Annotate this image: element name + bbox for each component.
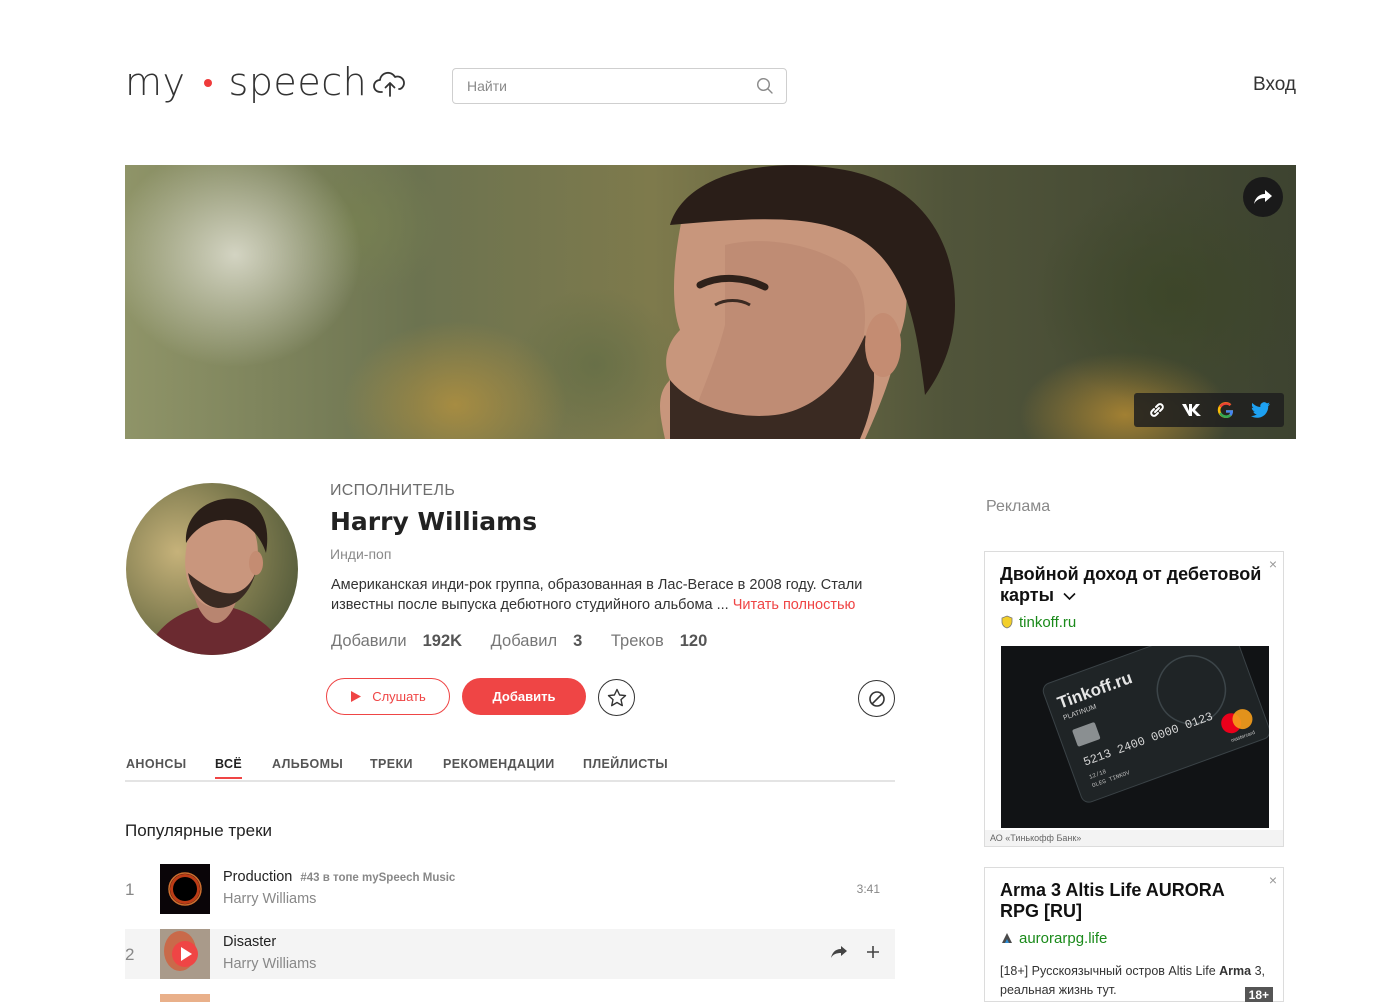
- ad-label: Реклама: [986, 498, 1051, 515]
- copy-link-icon[interactable]: [1145, 398, 1169, 422]
- track-row[interactable]: 2 Disaster Harry Williams: [125, 929, 895, 979]
- add-label: Добавить: [492, 689, 556, 704]
- close-icon[interactable]: ×: [1269, 556, 1277, 572]
- artist-stats: Добавили 192K Добавил 3 Треков 120: [331, 632, 731, 651]
- ad-title[interactable]: Двойной доход от дебетовой карты: [1000, 564, 1265, 606]
- play-icon: [351, 691, 362, 702]
- share-arrow-icon: [1254, 190, 1272, 204]
- listen-button[interactable]: Слушать: [326, 678, 450, 715]
- stat-added-by: Добавили 192K: [331, 632, 463, 650]
- add-icon[interactable]: [866, 945, 880, 959]
- star-icon: [607, 688, 626, 706]
- aurora-logo-icon: [1002, 933, 1012, 943]
- stat-added: Добавил 3: [490, 632, 583, 650]
- track-artist[interactable]: Harry Williams: [223, 956, 316, 972]
- logo[interactable]: my speech: [125, 60, 367, 104]
- track-duration: 3:41: [856, 882, 880, 896]
- track-title[interactable]: Disaster: [223, 934, 276, 950]
- google-icon[interactable]: [1214, 398, 1238, 422]
- track-cover: [160, 994, 210, 1002]
- track-cover[interactable]: [160, 929, 210, 979]
- artist-genre: Инди-поп: [330, 546, 392, 562]
- tab-all[interactable]: ВСЁ: [215, 757, 243, 779]
- track-number: 1: [125, 880, 135, 899]
- social-share-bar: [1134, 393, 1284, 427]
- tab-tracks[interactable]: ТРЕКИ: [370, 757, 413, 771]
- tab-recommendations[interactable]: РЕКОМЕНДАЦИИ: [443, 757, 555, 771]
- search-box: [452, 68, 787, 104]
- ad-link[interactable]: aurorarpg.life: [1000, 930, 1107, 947]
- ad-link[interactable]: tinkoff.ru: [1000, 614, 1076, 631]
- add-button[interactable]: Добавить: [462, 678, 586, 715]
- age-rating-badge: 18+: [1244, 987, 1273, 1002]
- read-more-link[interactable]: Читать полностью: [733, 597, 856, 613]
- tab-playlists[interactable]: ПЛЕЙЛИСТЫ: [583, 757, 668, 771]
- close-icon[interactable]: ×: [1269, 872, 1277, 888]
- block-icon: [868, 690, 885, 707]
- upload-cloud-icon[interactable]: [373, 70, 407, 100]
- ad-card[interactable]: × Arma 3 Altis Life AURORA RPG [RU] auro…: [984, 867, 1284, 1002]
- tinkoff-shield-icon: [1001, 615, 1013, 629]
- chevron-down-icon[interactable]: [1063, 592, 1076, 601]
- twitter-icon[interactable]: [1249, 398, 1273, 422]
- stat-tracks: Треков 120: [610, 632, 708, 650]
- track-number: 2: [125, 945, 135, 964]
- ad-text: [18+] Русскоязычный остров Altis Life Ar…: [1000, 964, 1266, 997]
- artist-role: ИСПОЛНИТЕЛЬ: [330, 482, 456, 499]
- artist-avatar: [126, 483, 298, 655]
- share-button[interactable]: [1243, 177, 1283, 217]
- track-title[interactable]: Production #43 в топе mySpeech Music: [223, 869, 455, 885]
- artist-name: Harry Williams: [330, 507, 538, 536]
- artist-description: Американская инди-рок группа, образованн…: [331, 575, 901, 615]
- tab-albums[interactable]: АЛЬБОМЫ: [272, 757, 343, 771]
- bank-card-image[interactable]: Tinkoff.ru PLATINUM world 5213 2400 0000…: [1001, 646, 1269, 828]
- tab-announcements[interactable]: АНОНСЫ: [126, 757, 186, 771]
- logo-text-my: my: [125, 60, 186, 104]
- vk-icon[interactable]: [1180, 398, 1204, 422]
- search-icon[interactable]: [756, 77, 774, 95]
- track-cover[interactable]: [160, 864, 210, 914]
- listen-label: Слушать: [372, 689, 426, 704]
- ad-title[interactable]: Arma 3 Altis Life AURORA RPG [RU]: [1000, 880, 1265, 922]
- track-actions: [830, 944, 880, 960]
- banner-photo: [660, 165, 955, 439]
- ad-card[interactable]: × Двойной доход от дебетовой карты tinko…: [984, 551, 1284, 847]
- chart-badge: #43 в топе mySpeech Music: [300, 872, 456, 884]
- share-arrow-icon[interactable]: [830, 944, 848, 960]
- artist-banner: [125, 165, 1296, 439]
- track-artist[interactable]: Harry Williams: [223, 891, 316, 907]
- logo-text-speech: speech: [228, 60, 368, 104]
- logo-dot: [203, 78, 212, 87]
- artist-tabs: АНОНСЫ ВСЁ АЛЬБОМЫ ТРЕКИ РЕКОМЕНДАЦИИ ПЛ…: [125, 754, 895, 782]
- login-link[interactable]: Вход: [1253, 74, 1296, 96]
- popular-tracks-title: Популярные треки: [125, 821, 272, 840]
- ad-legal-text: АО «Тинькофф Банк»: [985, 830, 1283, 846]
- track-row[interactable]: 1 Production #43 в топе mySpeech Music Ha…: [125, 864, 895, 914]
- block-button[interactable]: [858, 680, 895, 717]
- search-input[interactable]: [453, 69, 743, 103]
- favorite-button[interactable]: [598, 679, 635, 716]
